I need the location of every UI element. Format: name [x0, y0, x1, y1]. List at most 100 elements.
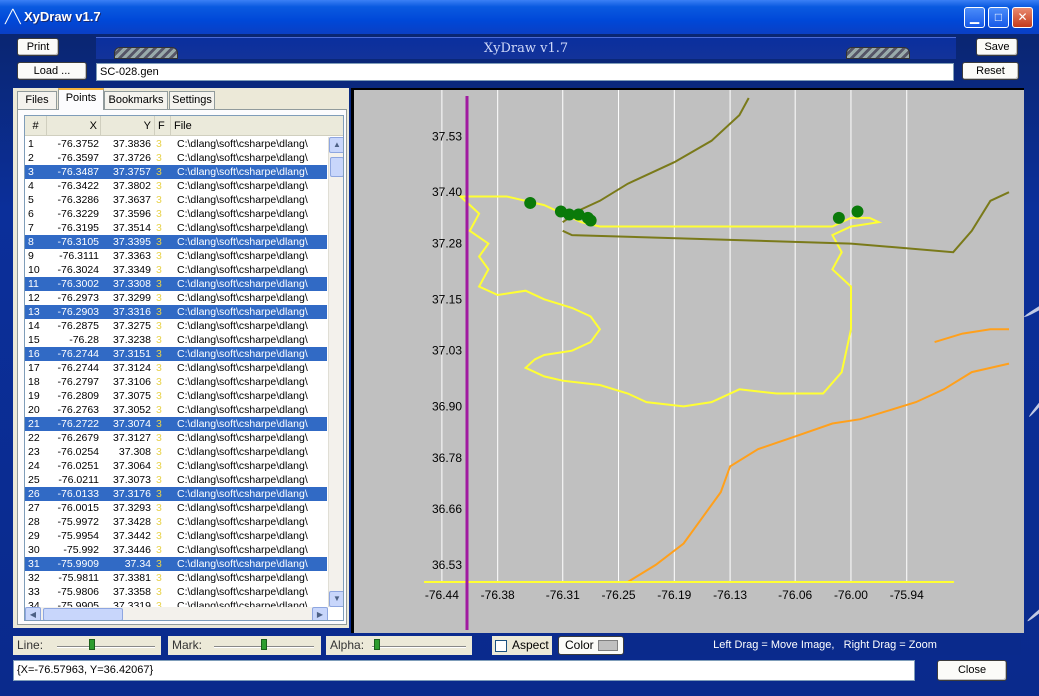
table-cell-f: 3	[156, 194, 162, 206]
tab-points[interactable]: Points	[58, 88, 104, 110]
close-button[interactable]: Close	[937, 660, 1007, 681]
table-row[interactable]: 26 -76.0133 37.3176 3 C:\dlang\soft\csharpe\…	[25, 487, 327, 501]
vertical-scroll-thumb[interactable]	[330, 157, 343, 177]
tab-bookmarks[interactable]: Bookmarks	[104, 91, 168, 109]
table-cell-file: C:\dlang\soft\csharpe\dlang\	[177, 502, 308, 514]
scroll-up-icon[interactable]: ▲	[329, 137, 343, 153]
points-tab-panel: # X Y F File 1 -76.3752 37.3836 3 C:\dlang\s…	[17, 109, 347, 625]
coordinates-field[interactable]: {X=-76.57963, Y=36.42067}	[13, 660, 915, 681]
table-row[interactable]: 7 -76.3195 37.3514 3 C:\dlang\soft\csharpe\d…	[25, 221, 327, 235]
table-cell-file: C:\dlang\soft\csharpe\dlang\	[177, 586, 308, 598]
alpha-slider-thumb[interactable]	[373, 639, 380, 650]
table-row[interactable]: 24 -76.0251 37.3064 3 C:\dlang\soft\csharpe\…	[25, 459, 327, 473]
table-row[interactable]: 14 -76.2875 37.3275 3 C:\dlang\soft\csharpe\…	[25, 319, 327, 333]
table-row[interactable]: 31 -75.9909 37.34 3 C:\dlang\soft\csharpe\dl…	[25, 557, 327, 571]
column-header-id[interactable]: #	[25, 116, 47, 136]
table-row[interactable]: 5 -76.3286 37.3637 3 C:\dlang\soft\csharpe\d…	[25, 193, 327, 207]
table-cell-f: 3	[156, 264, 162, 276]
file-name-field[interactable]: SC-028.gen	[96, 63, 954, 81]
table-cell-id: 10	[28, 264, 40, 276]
table-cell-x: -76.2875	[57, 320, 99, 332]
table-row[interactable]: 25 -76.0211 37.3073 3 C:\dlang\soft\csharpe\…	[25, 473, 327, 487]
color-button[interactable]: Color	[558, 636, 624, 655]
table-cell-x: -76.3024	[57, 264, 99, 276]
table-cell-id: 31	[28, 558, 40, 570]
table-cell-file: C:\dlang\soft\csharpe\dlang\	[177, 362, 308, 374]
table-row[interactable]: 20 -76.2763 37.3052 3 C:\dlang\soft\csharpe\…	[25, 403, 327, 417]
table-row[interactable]: 2 -76.3597 37.3726 3 C:\dlang\soft\csharpe\d…	[25, 151, 327, 165]
table-row[interactable]: 6 -76.3229 37.3596 3 C:\dlang\soft\csharpe\d…	[25, 207, 327, 221]
table-row[interactable]: 12 -76.2973 37.3299 3 C:\dlang\soft\csharpe\…	[25, 291, 327, 305]
table-row[interactable]: 33 -75.9806 37.3358 3 C:\dlang\soft\csharpe\…	[25, 585, 327, 599]
table-row[interactable]: 30 -75.992 37.3446 3 C:\dlang\soft\csharpe\d…	[25, 543, 327, 557]
print-button[interactable]: Print	[17, 38, 59, 56]
save-button[interactable]: Save	[976, 38, 1018, 56]
table-row[interactable]: 11 -76.3002 37.3308 3 C:\dlang\soft\csharpe\…	[25, 277, 327, 291]
title-bar[interactable]: ╱╲ XyDraw v1.7 ▁ □ ✕	[0, 0, 1039, 34]
table-cell-id: 30	[28, 544, 40, 556]
reset-button[interactable]: Reset	[962, 62, 1019, 80]
tab-settings[interactable]: Settings	[169, 91, 215, 109]
table-row[interactable]: 22 -76.2679 37.3127 3 C:\dlang\soft\csharpe\…	[25, 431, 327, 445]
y-tick-label: 37.40	[432, 185, 462, 199]
table-cell-id: 11	[28, 278, 39, 290]
table-cell-f: 3	[156, 390, 162, 402]
load-button[interactable]: Load ...	[17, 62, 87, 80]
plot-area[interactable]: -76.44 -76.38 -76.31 -76.25 -76.19 -76.13 -76.…	[351, 88, 1024, 633]
line-slider-thumb[interactable]	[89, 639, 96, 650]
column-header-f[interactable]: F	[155, 116, 171, 136]
table-row[interactable]: 1 -76.3752 37.3836 3 C:\dlang\soft\csharpe\d…	[25, 137, 327, 151]
table-row[interactable]: 29 -75.9954 37.3442 3 C:\dlang\soft\csharpe\…	[25, 529, 327, 543]
alpha-slider[interactable]	[372, 646, 466, 648]
mark-slider-thumb[interactable]	[261, 639, 267, 650]
table-row[interactable]: 15 -76.28 37.3238 3 C:\dlang\soft\csharpe\dl…	[25, 333, 327, 347]
maximize-button[interactable]: □	[988, 7, 1009, 28]
table-cell-file: C:\dlang\soft\csharpe\dlang\	[177, 432, 308, 444]
table-row[interactable]: 16 -76.2744 37.3151 3 C:\dlang\soft\csharpe\…	[25, 347, 327, 361]
column-header-y[interactable]: Y	[101, 116, 155, 136]
table-row[interactable]: 4 -76.3422 37.3802 3 C:\dlang\soft\csharpe\d…	[25, 179, 327, 193]
vertical-scrollbar[interactable]: ▲ ▼	[328, 137, 343, 607]
scroll-left-icon[interactable]: ◀	[25, 607, 41, 620]
aspect-control[interactable]: Aspect	[492, 636, 552, 655]
table-cell-file: C:\dlang\soft\csharpe\dlang\	[177, 250, 308, 262]
table-row[interactable]: 13 -76.2903 37.3316 3 C:\dlang\soft\csharpe\…	[25, 305, 327, 319]
table-row[interactable]: 27 -76.0015 37.3293 3 C:\dlang\soft\csharpe\…	[25, 501, 327, 515]
xy-plot[interactable]: -76.44 -76.38 -76.31 -76.25 -76.19 -76.13 -76.…	[354, 90, 1024, 633]
table-row[interactable]: 21 -76.2722 37.3074 3 C:\dlang\soft\csharpe\…	[25, 417, 327, 431]
table-row[interactable]: 17 -76.2744 37.3124 3 C:\dlang\soft\csharpe\…	[25, 361, 327, 375]
table-cell-y: 37.3299	[113, 292, 151, 304]
table-header: # X Y F File	[25, 116, 343, 136]
line-slider[interactable]	[57, 646, 155, 648]
table-row[interactable]: 18 -76.2797 37.3106 3 C:\dlang\soft\csharpe\…	[25, 375, 327, 389]
table-row[interactable]: 3 -76.3487 37.3757 3 C:\dlang\soft\csharpe\d…	[25, 165, 327, 179]
scroll-right-icon[interactable]: ▶	[312, 607, 328, 620]
table-cell-id: 9	[28, 250, 34, 262]
table-cell-x: -76.3286	[57, 194, 99, 206]
table-cell-y: 37.3836	[113, 138, 151, 150]
tab-files[interactable]: Files	[17, 91, 57, 109]
table-row[interactable]: 23 -76.0254 37.308 3 C:\dlang\soft\csharpe\d…	[25, 445, 327, 459]
table-cell-file: C:\dlang\soft\csharpe\dlang\	[177, 208, 308, 220]
table-row[interactable]: 8 -76.3105 37.3395 3 C:\dlang\soft\csharpe\d…	[25, 235, 327, 249]
table-row[interactable]: 32 -75.9811 37.3381 3 C:\dlang\soft\csharpe\…	[25, 571, 327, 585]
table-cell-y: 37.3074	[113, 418, 151, 430]
table-cell-x: -76.2903	[57, 306, 99, 318]
minimize-button[interactable]: ▁	[964, 7, 985, 28]
table-row[interactable]: 28 -75.9972 37.3428 3 C:\dlang\soft\csharpe\…	[25, 515, 327, 529]
table-cell-x: -76.2744	[57, 348, 99, 360]
table-cell-f: 3	[156, 376, 162, 388]
window-close-button[interactable]: ✕	[1012, 7, 1033, 28]
table-row[interactable]: 19 -76.2809 37.3075 3 C:\dlang\soft\csharpe\…	[25, 389, 327, 403]
column-header-file[interactable]: File	[171, 116, 329, 136]
points-table[interactable]: # X Y F File 1 -76.3752 37.3836 3 C:\dlang\s…	[24, 115, 344, 621]
column-header-x[interactable]: X	[47, 116, 101, 136]
aspect-checkbox[interactable]	[495, 640, 507, 652]
table-row[interactable]: 10 -76.3024 37.3349 3 C:\dlang\soft\csharpe\…	[25, 263, 327, 277]
table-row[interactable]: 9 -76.3111 37.3363 3 C:\dlang\soft\csharpe\d…	[25, 249, 327, 263]
table-cell-x: -76.3229	[57, 208, 99, 220]
scroll-down-icon[interactable]: ▼	[329, 591, 343, 607]
horizontal-scrollbar[interactable]: ◀ ▶	[25, 607, 328, 620]
table-cell-x: -75.9909	[57, 558, 99, 570]
horizontal-scroll-thumb[interactable]	[43, 608, 123, 620]
